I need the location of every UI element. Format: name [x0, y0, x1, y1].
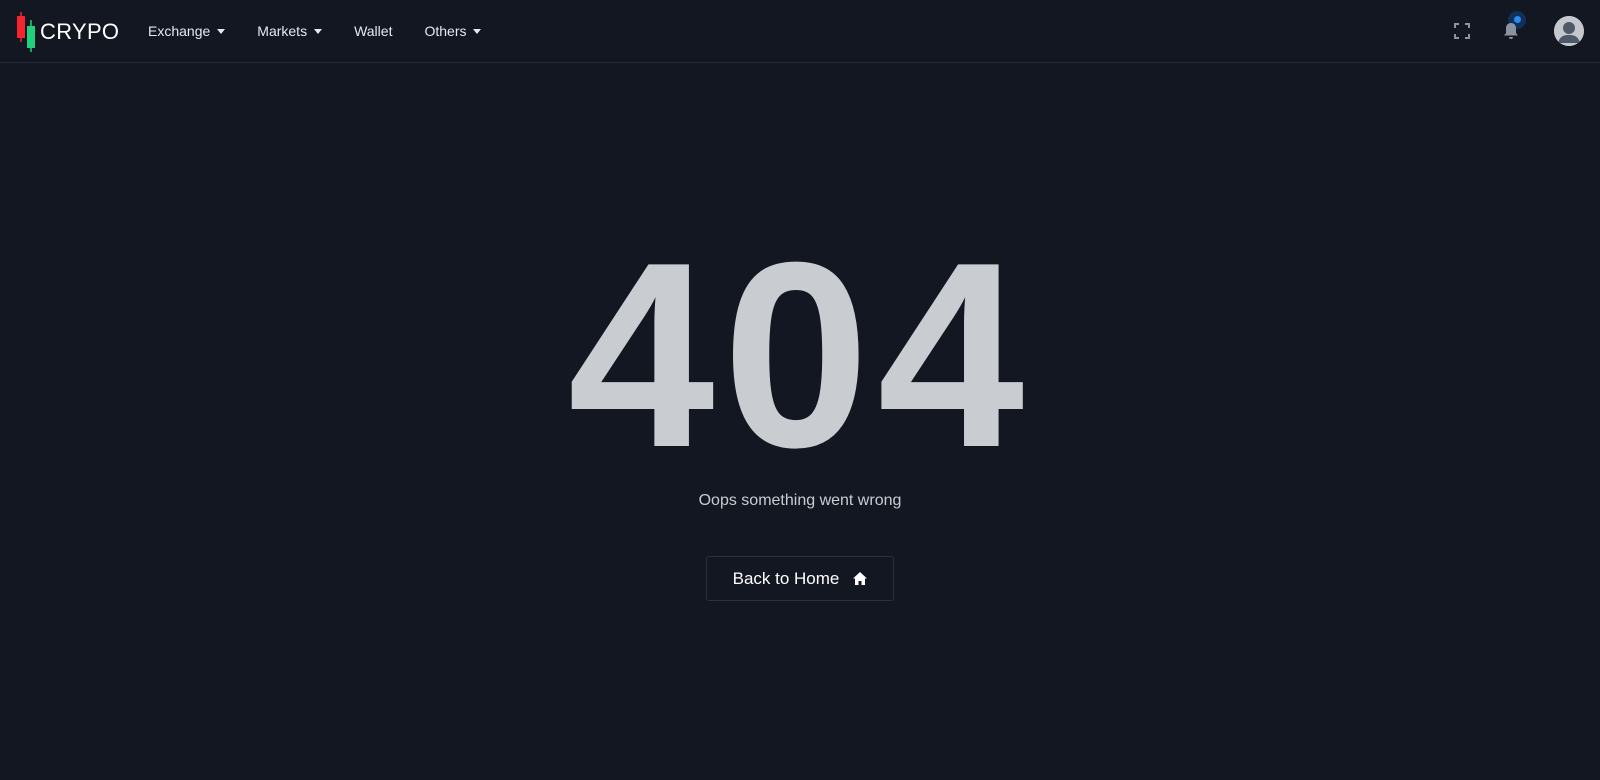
candlestick-logo-icon — [17, 12, 35, 52]
back-to-home-label: Back to Home — [732, 568, 840, 588]
header-actions — [1452, 0, 1584, 62]
fullscreen-icon[interactable] — [1452, 21, 1472, 41]
main-nav: Exchange Markets Wallet Others — [148, 0, 513, 62]
nav-item-label: Markets — [257, 23, 308, 39]
home-icon — [853, 572, 868, 585]
nav-item-label: Wallet — [354, 23, 393, 39]
nav-item-others[interactable]: Others — [424, 23, 482, 39]
avatar[interactable] — [1554, 16, 1584, 46]
caret-down-icon — [314, 28, 323, 34]
brand-logo[interactable]: CRYPO — [16, 12, 119, 52]
brand-name: CRYPO — [40, 19, 120, 44]
caret-down-icon — [217, 28, 226, 34]
bell-icon — [1504, 23, 1518, 39]
nav-item-label: Others — [424, 23, 467, 39]
user-avatar-icon — [1554, 16, 1584, 46]
nav-item-markets[interactable]: Markets — [257, 23, 323, 39]
nav-item-label: Exchange — [148, 23, 211, 39]
nav-item-exchange[interactable]: Exchange — [148, 23, 226, 39]
caret-down-icon — [473, 28, 482, 34]
error-page: 404 Oops something went wrong Back to Ho… — [0, 63, 1600, 780]
notification-dot — [1514, 16, 1521, 23]
top-navbar: CRYPO Exchange Markets Wallet Others — [0, 0, 1600, 63]
error-message: Oops something went wrong — [698, 492, 902, 509]
notifications-button[interactable] — [1500, 11, 1526, 43]
back-to-home-button[interactable]: Back to Home — [706, 556, 894, 601]
nav-item-wallet[interactable]: Wallet — [354, 23, 392, 39]
error-code: 404 — [567, 207, 1033, 502]
